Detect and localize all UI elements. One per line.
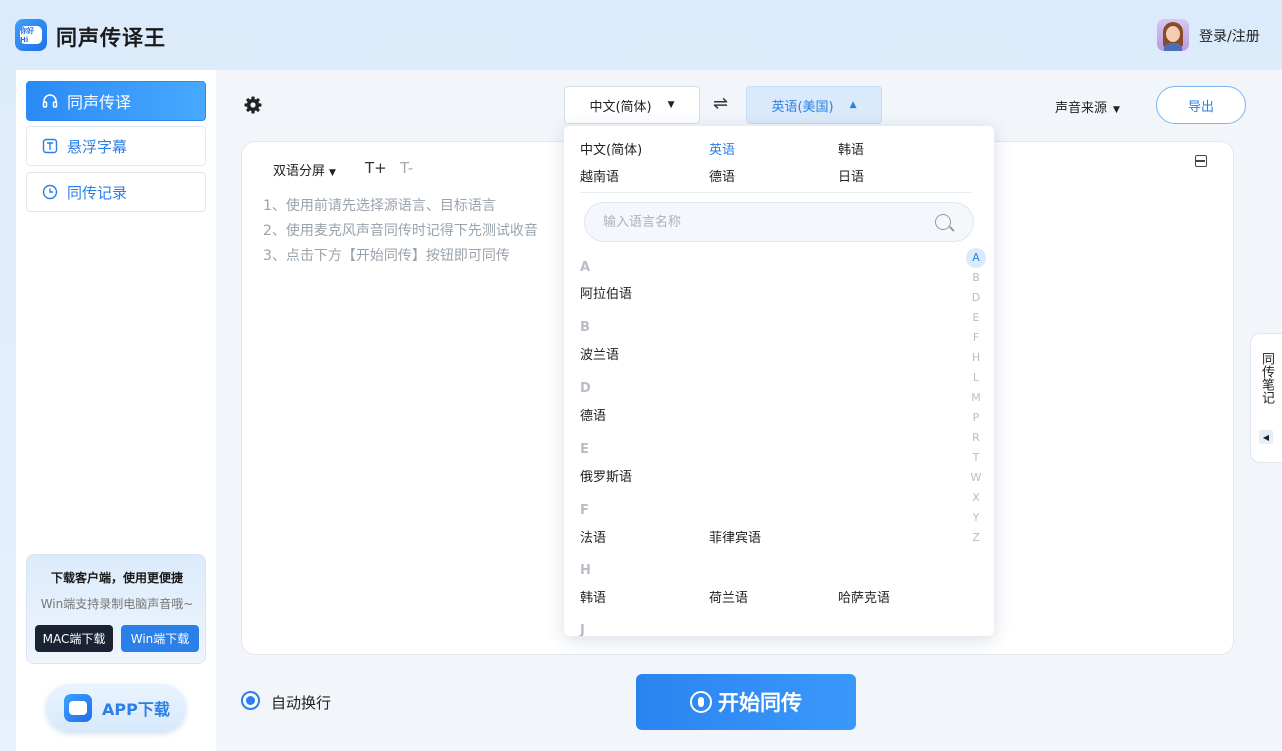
language-item[interactable]: 菲律宾语	[709, 527, 761, 546]
auto-wrap-radio[interactable]	[241, 691, 260, 710]
sidebar-item-simultaneous-interpretation[interactable]: 同声传译	[26, 81, 206, 121]
app-logo: 你好Hi	[15, 19, 47, 51]
language-item[interactable]: 波兰语	[580, 344, 619, 363]
language-item[interactable]: 哈萨克语	[838, 587, 890, 606]
clock-icon	[41, 183, 59, 201]
sidebar-item-label: 同传记录	[67, 183, 128, 202]
source-language-select[interactable]: 中文(简体) ▼	[564, 86, 700, 124]
target-language-select[interactable]: 英语(美国) ▲	[746, 86, 882, 124]
az-index-letter[interactable]: T	[966, 448, 986, 468]
sidebar-item-floating-subtitles[interactable]: 悬浮字幕	[26, 126, 206, 166]
start-label: 开始同传	[718, 691, 802, 715]
promo-subtitle: Win端支持录制电脑声音哦~	[40, 597, 194, 611]
app-logo-icon	[64, 694, 92, 722]
group-letter: D	[580, 381, 591, 396]
az-index-letter[interactable]: E	[966, 308, 986, 328]
auto-wrap-label[interactable]: 自动换行	[271, 692, 331, 713]
display-mode-value: 双语分屏	[273, 164, 326, 179]
app-download-button[interactable]: APP下载	[46, 684, 186, 732]
notes-side-tab[interactable]: 同传笔记 ◀	[1250, 333, 1282, 463]
az-index-letter[interactable]: M	[966, 388, 986, 408]
display-mode-select[interactable]: 双语分屏 ▼	[273, 160, 336, 179]
tip-text: 3、点击下方【开始同传】按钮即可同传	[263, 248, 510, 264]
search-icon[interactable]	[935, 214, 951, 230]
common-language-item[interactable]: 韩语	[838, 139, 864, 158]
language-search-input[interactable]	[603, 212, 923, 232]
common-language-item[interactable]: 日语	[838, 166, 864, 185]
language-dropdown: 中文(简体) 英语 韩语 越南语 德语 日语 A 阿拉伯语 B 波兰语 D 德语…	[564, 126, 994, 636]
mac-download-button[interactable]: MAC端下载	[35, 625, 113, 652]
az-index-letter[interactable]: Z	[966, 528, 986, 548]
collapse-arrow-icon[interactable]: ◀	[1259, 430, 1273, 444]
font-increase-icon[interactable]: T+	[365, 159, 387, 177]
common-language-item[interactable]: 越南语	[580, 166, 619, 185]
group-letter: E	[580, 442, 589, 457]
source-language-value: 中文(简体)	[589, 99, 652, 115]
az-index-letter[interactable]: L	[966, 368, 986, 388]
sidebar-item-label: 同声传译	[67, 93, 132, 112]
tip-text: 1、使用前请先选择源语言、目标语言	[263, 198, 496, 214]
avatar[interactable]	[1157, 19, 1189, 51]
az-index-letter[interactable]: P	[966, 408, 986, 428]
microphone-icon	[690, 691, 712, 713]
az-index-letter[interactable]: D	[966, 288, 986, 308]
app-download-label: APP下载	[102, 700, 170, 719]
app-title: 同声传译王	[56, 26, 166, 50]
text-box-icon	[41, 137, 59, 155]
common-language-item[interactable]: 中文(简体)	[580, 139, 642, 158]
sidebar-item-label: 悬浮字幕	[67, 137, 128, 156]
start-interpretation-button[interactable]: 开始同传	[636, 674, 856, 730]
voice-source-label: 声音来源	[1055, 101, 1108, 116]
divider	[580, 192, 971, 193]
group-letter: F	[580, 503, 589, 518]
common-language-item[interactable]: 德语	[709, 166, 735, 185]
az-index-letter[interactable]: W	[966, 468, 986, 488]
language-search-box[interactable]	[584, 202, 974, 242]
group-letter: J	[580, 623, 585, 636]
sidebar-item-history[interactable]: 同传记录	[26, 172, 206, 212]
win-download-button[interactable]: Win端下载	[121, 625, 199, 652]
download-promo-card: 下载客户端，使用更便捷 Win端支持录制电脑声音哦~ MAC端下载 Win端下载	[26, 554, 206, 664]
export-button[interactable]: 导出	[1156, 86, 1246, 124]
az-index-letter[interactable]: F	[966, 328, 986, 348]
logo-bubble-icon: 你好Hi	[20, 26, 42, 44]
caret-down-icon: ▼	[667, 100, 675, 110]
language-item[interactable]: 荷兰语	[709, 587, 748, 606]
tip-text: 2、使用麦克风声音同传时记得下先测试收音	[263, 223, 538, 239]
az-index-letter[interactable]: B	[966, 268, 986, 288]
group-letter: B	[580, 320, 590, 335]
az-index-letter[interactable]: A	[966, 248, 986, 268]
target-language-value: 英语(美国)	[771, 99, 834, 115]
caret-down-icon: ▼	[1113, 105, 1120, 115]
swap-languages-icon[interactable]: ⇌	[713, 93, 728, 114]
headphones-icon	[41, 92, 59, 110]
group-letter: H	[580, 563, 591, 578]
login-register-link[interactable]: 登录/注册	[1199, 26, 1260, 46]
notes-label: 同传笔记	[1259, 352, 1274, 404]
font-decrease-icon[interactable]: T-	[400, 159, 413, 177]
language-item[interactable]: 阿拉伯语	[580, 283, 632, 302]
common-language-item-selected[interactable]: 英语	[709, 139, 735, 158]
app-header: 你好Hi 同声传译王 登录/注册	[0, 0, 1282, 70]
tips-list: 1、使用前请先选择源语言、目标语言 2、使用麦克风声音同传时记得下先测试收音 3…	[263, 195, 565, 270]
settings-gear-icon[interactable]	[243, 95, 263, 115]
az-index-letter[interactable]: Y	[966, 508, 986, 528]
language-item[interactable]: 俄罗斯语	[580, 466, 632, 485]
split-layout-icon[interactable]	[1195, 155, 1207, 167]
language-item[interactable]: 法语	[580, 527, 606, 546]
az-index-letter[interactable]: R	[966, 428, 986, 448]
promo-title: 下载客户端，使用更便捷	[50, 571, 183, 585]
language-item[interactable]: 德语	[580, 405, 606, 424]
voice-source-select[interactable]: 声音来源 ▼	[1055, 97, 1120, 116]
az-index-letter[interactable]: H	[966, 348, 986, 368]
language-item[interactable]: 韩语	[580, 587, 606, 606]
caret-up-icon: ▲	[849, 100, 857, 110]
caret-down-icon: ▼	[329, 168, 336, 178]
sidebar: 同声传译 悬浮字幕 同传记录 下载客户端，使用更便捷 Win端支持录制电脑声音哦…	[16, 70, 216, 751]
az-index-letter[interactable]: X	[966, 488, 986, 508]
group-letter: A	[580, 260, 591, 275]
